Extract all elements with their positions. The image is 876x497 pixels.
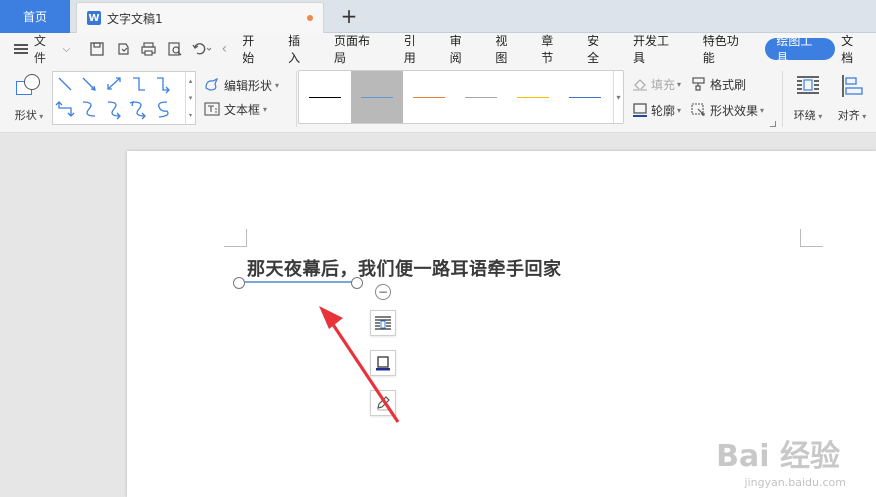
edit-shape-button[interactable]: 编辑形状 ▾ xyxy=(204,73,294,97)
wrap-label: 环绕 ▾ xyxy=(793,109,823,122)
scroll-left-icon[interactable]: ‹ xyxy=(217,33,231,65)
shape-outline-icon xyxy=(376,356,390,371)
style-gallery-more[interactable]: ▾ xyxy=(613,71,623,123)
undo-icon[interactable] xyxy=(188,33,218,65)
gallery-scroll[interactable]: ▴ ▾ ▾ xyxy=(185,72,195,124)
file-menu-label: 文件 xyxy=(33,34,46,65)
format-painter-icon xyxy=(691,77,707,91)
document-tab-title: 文字文稿1 xyxy=(107,11,163,26)
line-style-gray[interactable] xyxy=(455,71,507,123)
watermark-url: jingyan.baidu.com xyxy=(744,476,846,489)
menu-item-insert[interactable]: 插入 xyxy=(277,33,323,65)
print-icon[interactable] xyxy=(136,33,162,65)
line-shapes-icon xyxy=(55,77,170,120)
fill-label: 填充 xyxy=(651,77,676,92)
line-shapes-gallery[interactable]: ▴ ▾ ▾ xyxy=(52,71,196,125)
margin-mark-top-left xyxy=(224,229,247,247)
writer-doc-icon: W xyxy=(87,11,101,25)
layout-options-icon xyxy=(375,316,391,330)
edit-group: 编辑形状 ▾ 文本框 ▾ xyxy=(204,73,294,121)
ribbon-divider xyxy=(296,71,297,127)
collapse-toolbar-icon[interactable]: − xyxy=(375,284,391,300)
baidu-jingyan-logo: Bai 经验 xyxy=(716,439,840,474)
line-style-darkblue[interactable] xyxy=(559,71,611,123)
unsaved-dot-icon xyxy=(307,15,313,21)
file-menu-button[interactable]: 文件 ⌵ xyxy=(0,32,70,66)
menu-item-start[interactable]: 开始 xyxy=(231,33,277,65)
document-text[interactable]: 那天夜幕后，我们便一路耳语牵手回家 xyxy=(247,255,562,281)
print-preview-icon[interactable] xyxy=(162,33,188,65)
shape-effects-icon xyxy=(691,103,707,117)
line-style-gold[interactable] xyxy=(507,71,559,123)
shapes-button[interactable]: 形状 ▾ xyxy=(10,71,48,129)
selected-line-shape[interactable] xyxy=(238,281,357,283)
line-end-handle[interactable] xyxy=(351,277,363,289)
shape-outline-button[interactable] xyxy=(370,350,396,376)
outline-icon xyxy=(632,103,648,117)
save-icon[interactable] xyxy=(84,33,110,65)
menu-item-special-features[interactable]: 特色功能 xyxy=(692,33,762,65)
textbox-button[interactable]: 文本框 ▾ xyxy=(204,97,294,121)
line-style-blue[interactable] xyxy=(351,71,403,123)
format-painter-label: 格式刷 xyxy=(710,77,747,92)
align-icon xyxy=(839,73,865,99)
line-start-handle[interactable] xyxy=(233,277,245,289)
edit-shape-label: 编辑形状 xyxy=(224,78,273,93)
edit-shape-icon xyxy=(204,78,220,92)
textbox-icon xyxy=(204,102,220,116)
floating-toolbar: − xyxy=(370,284,398,430)
line-style-gallery[interactable]: ▾ xyxy=(298,70,624,124)
menu-item-view[interactable]: 视图 xyxy=(484,33,530,65)
shape-effects-button[interactable]: 形状效果 ▾ xyxy=(691,102,764,119)
textbox-label: 文本框 xyxy=(224,102,261,117)
line-style-black[interactable] xyxy=(299,71,351,123)
menu-item-references[interactable]: 引用 xyxy=(393,33,439,65)
align-button[interactable]: 对齐 ▾ xyxy=(832,71,872,129)
shape-fill-button[interactable] xyxy=(370,390,396,416)
menu-item-page-layout[interactable]: 页面布局 xyxy=(323,33,393,65)
line-style-orange[interactable] xyxy=(403,71,455,123)
wrap-text-icon xyxy=(795,73,821,99)
menu-item-drawing-tools[interactable]: 绘图工具 xyxy=(765,34,836,65)
export-icon[interactable] xyxy=(110,33,136,65)
home-tab[interactable]: 首页 xyxy=(0,0,70,33)
menu-item-security[interactable]: 安全 xyxy=(576,33,622,65)
wrap-button[interactable]: 环绕 ▾ xyxy=(788,71,828,129)
outline-button[interactable]: 轮廓 ▾ xyxy=(632,102,681,119)
document-area: 那天夜幕后，我们便一路耳语牵手回家 − Bai 经验 jingyan.baidu… xyxy=(0,134,876,497)
menu-item-document[interactable]: 文档 xyxy=(839,33,876,65)
ribbon-divider xyxy=(782,71,783,127)
menu-bar: 文件 ⌵ ‹ 开始 插入 页面布局 引用 审阅 视图 章节 安全 开发工具 特色… xyxy=(0,33,876,65)
layout-options-button[interactable] xyxy=(370,310,396,336)
new-tab-button[interactable]: + xyxy=(338,4,360,28)
menu-item-review[interactable]: 审阅 xyxy=(439,33,485,65)
tab-bar: 首页 W 文字文稿1 + xyxy=(0,0,876,33)
fill-icon xyxy=(632,77,648,91)
hamburger-icon xyxy=(14,44,28,54)
menu-item-section[interactable]: 章节 xyxy=(530,33,576,65)
align-label: 对齐 ▾ xyxy=(837,109,867,122)
shapes-icon xyxy=(16,73,42,99)
shape-effects-label: 形状效果 xyxy=(710,103,759,118)
shapes-label: 形状 ▾ xyxy=(14,109,44,122)
drawing-tools-ribbon: 形状 ▾ ▴ ▾ ▾ 编辑形状 ▾ 文本框 ▾ ▾ 填充 ▾ 格式刷 轮廓 ▾ … xyxy=(0,65,876,133)
fill-button[interactable]: 填充 ▾ xyxy=(632,76,681,93)
format-group: 填充 ▾ 格式刷 轮廓 ▾ 形状效果 ▾ xyxy=(632,71,782,123)
dialog-launcher-icon[interactable] xyxy=(770,121,776,127)
menu-item-developer[interactable]: 开发工具 xyxy=(622,33,692,65)
chevron-down-icon: ⌵ xyxy=(62,43,71,55)
margin-mark-top-right xyxy=(800,229,823,247)
format-painter-button[interactable]: 格式刷 xyxy=(691,76,746,93)
document-tab[interactable]: W 文字文稿1 xyxy=(76,2,324,33)
outline-label: 轮廓 xyxy=(651,103,676,118)
pen-icon xyxy=(377,396,390,411)
